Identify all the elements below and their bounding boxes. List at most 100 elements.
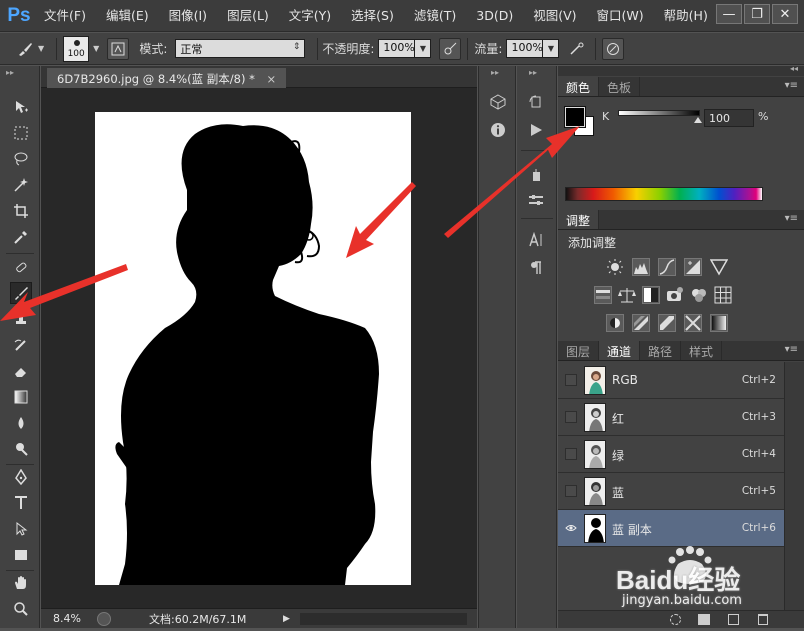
canvas-area[interactable] bbox=[41, 89, 477, 608]
curves-icon[interactable] bbox=[658, 258, 676, 276]
restore-button[interactable]: ❐ bbox=[744, 4, 770, 24]
invert-icon[interactable] bbox=[606, 314, 624, 332]
menu-select[interactable]: 选择(S) bbox=[341, 0, 404, 32]
brush-picker-arrow[interactable]: ▼ bbox=[93, 44, 99, 53]
tab-channels[interactable]: 通道 bbox=[599, 341, 641, 360]
tab-swatches[interactable]: 色板 bbox=[599, 77, 641, 96]
posterize-icon[interactable] bbox=[632, 314, 650, 332]
3d-panel-icon[interactable] bbox=[488, 92, 508, 112]
eye-icon[interactable] bbox=[565, 522, 577, 534]
new-channel-icon[interactable] bbox=[728, 614, 739, 625]
tab-adjustments[interactable]: 调整 bbox=[558, 210, 600, 229]
menu-edit[interactable]: 编辑(E) bbox=[96, 0, 159, 32]
zoom-tool-icon[interactable] bbox=[10, 598, 32, 620]
k-value-input[interactable]: 100 bbox=[704, 109, 754, 127]
menu-view[interactable]: 视图(V) bbox=[523, 0, 586, 32]
channel-row-blue-copy[interactable]: 蓝 副本 Ctrl+6 bbox=[558, 510, 784, 547]
mode-select[interactable]: 正常 ⇕ bbox=[175, 39, 306, 58]
menu-image[interactable]: 图像(I) bbox=[159, 0, 217, 32]
levels-icon[interactable] bbox=[632, 258, 650, 276]
gradient-tool-icon[interactable] bbox=[10, 386, 32, 408]
document-tab-close-icon[interactable]: × bbox=[267, 72, 277, 86]
character-panel-icon[interactable] bbox=[526, 230, 546, 250]
foreground-color-swatch[interactable] bbox=[564, 106, 586, 128]
selective-color-icon[interactable] bbox=[684, 314, 702, 332]
menu-type[interactable]: 文字(Y) bbox=[279, 0, 341, 32]
hand-tool-icon[interactable] bbox=[10, 572, 32, 594]
type-tool-icon[interactable] bbox=[10, 492, 32, 514]
healing-brush-tool-icon[interactable] bbox=[10, 256, 32, 278]
move-tool-icon[interactable] bbox=[10, 96, 32, 118]
channel-visibility-toggle[interactable] bbox=[565, 485, 577, 497]
lasso-tool-icon[interactable] bbox=[10, 148, 32, 170]
hue-saturation-icon[interactable] bbox=[594, 286, 612, 304]
k-slider-track[interactable] bbox=[618, 110, 700, 116]
minimize-button[interactable]: — bbox=[716, 4, 742, 24]
channel-visibility-toggle[interactable] bbox=[565, 374, 577, 386]
channel-row-red[interactable]: 红 Ctrl+3 bbox=[558, 399, 784, 436]
dock1-collapse-icon[interactable]: ▸▸ bbox=[491, 68, 499, 77]
tab-styles[interactable]: 样式 bbox=[681, 341, 723, 360]
opacity-input[interactable]: 100% bbox=[378, 39, 416, 58]
pressure-opacity-icon[interactable] bbox=[439, 37, 462, 60]
black-white-icon[interactable] bbox=[642, 286, 660, 304]
dodge-tool-icon[interactable] bbox=[10, 438, 32, 460]
toolbox-collapse-icon[interactable]: ▸▸ bbox=[6, 68, 14, 77]
paragraph-panel-icon[interactable] bbox=[526, 258, 546, 278]
vibrance-icon[interactable] bbox=[709, 258, 729, 276]
adjustments-panel-menu-icon[interactable]: ▾≡ bbox=[785, 213, 798, 224]
color-panel-menu-icon[interactable]: ▾≡ bbox=[785, 80, 798, 91]
flow-slider-toggle[interactable]: ▼ bbox=[543, 39, 560, 58]
color-lookup-icon[interactable] bbox=[714, 286, 732, 304]
pen-tool-icon[interactable] bbox=[10, 466, 32, 488]
menu-3d[interactable]: 3D(D) bbox=[466, 0, 523, 32]
brush-tool-preset-icon[interactable] bbox=[14, 38, 36, 60]
opacity-slider-toggle[interactable]: ▼ bbox=[415, 39, 432, 58]
menu-window[interactable]: 窗口(W) bbox=[587, 0, 654, 32]
brightness-contrast-icon[interactable] bbox=[606, 258, 624, 276]
flow-input[interactable]: 100% bbox=[506, 39, 544, 58]
tab-paths[interactable]: 路径 bbox=[640, 341, 682, 360]
photo-filter-icon[interactable] bbox=[666, 286, 684, 304]
preset-dropdown-arrow[interactable]: ▼ bbox=[38, 44, 44, 53]
channel-visibility-toggle[interactable] bbox=[565, 448, 577, 460]
eyedropper-tool-icon[interactable] bbox=[10, 226, 32, 248]
dock2-collapse-icon[interactable]: ▸▸ bbox=[529, 68, 537, 77]
gradient-map-icon[interactable] bbox=[710, 314, 728, 332]
history-panel-icon[interactable] bbox=[526, 92, 546, 112]
status-info-icon[interactable] bbox=[97, 611, 111, 626]
marquee-tool-icon[interactable] bbox=[10, 122, 32, 144]
channel-mixer-icon[interactable] bbox=[690, 286, 708, 304]
magic-wand-tool-icon[interactable] bbox=[10, 174, 32, 196]
airbrush-icon[interactable] bbox=[567, 38, 589, 60]
info-panel-icon[interactable] bbox=[488, 120, 508, 140]
channel-row-rgb[interactable]: RGB Ctrl+2 bbox=[558, 362, 784, 399]
eraser-tool-icon[interactable] bbox=[10, 360, 32, 382]
delete-channel-icon[interactable] bbox=[758, 614, 768, 625]
exposure-icon[interactable] bbox=[684, 258, 702, 276]
channel-row-blue[interactable]: 蓝 Ctrl+5 bbox=[558, 473, 784, 510]
blur-tool-icon[interactable] bbox=[10, 412, 32, 434]
load-channel-selection-icon[interactable] bbox=[670, 614, 681, 625]
document-tab[interactable]: 6D7B2960.jpg @ 8.4%(蓝 副本/8) * × bbox=[47, 68, 287, 88]
path-selection-tool-icon[interactable] bbox=[10, 518, 32, 540]
pressure-size-icon[interactable] bbox=[602, 37, 625, 60]
menu-file[interactable]: 文件(F) bbox=[34, 0, 96, 32]
menu-help[interactable]: 帮助(H) bbox=[654, 0, 718, 32]
channel-row-green[interactable]: 绿 Ctrl+4 bbox=[558, 436, 784, 473]
crop-tool-icon[interactable] bbox=[10, 200, 32, 222]
color-balance-icon[interactable] bbox=[618, 286, 636, 304]
channels-panel-menu-icon[interactable]: ▾≡ bbox=[785, 344, 798, 355]
document-canvas[interactable] bbox=[95, 112, 411, 585]
threshold-icon[interactable] bbox=[658, 314, 676, 332]
tab-layers[interactable]: 图层 bbox=[558, 341, 600, 360]
panels-collapse-icon[interactable]: ◂◂ bbox=[790, 64, 798, 73]
brush-size-picker[interactable]: 100 bbox=[63, 35, 90, 62]
actions-panel-icon[interactable] bbox=[526, 120, 546, 140]
channel-visibility-toggle[interactable] bbox=[565, 411, 577, 423]
status-menu-arrow-icon[interactable]: ▶ bbox=[283, 614, 290, 624]
k-slider-handle[interactable] bbox=[694, 117, 702, 123]
clone-source-panel-icon[interactable] bbox=[526, 190, 546, 210]
clone-stamp-tool-icon[interactable] bbox=[10, 308, 32, 330]
save-selection-channel-icon[interactable] bbox=[698, 614, 710, 625]
